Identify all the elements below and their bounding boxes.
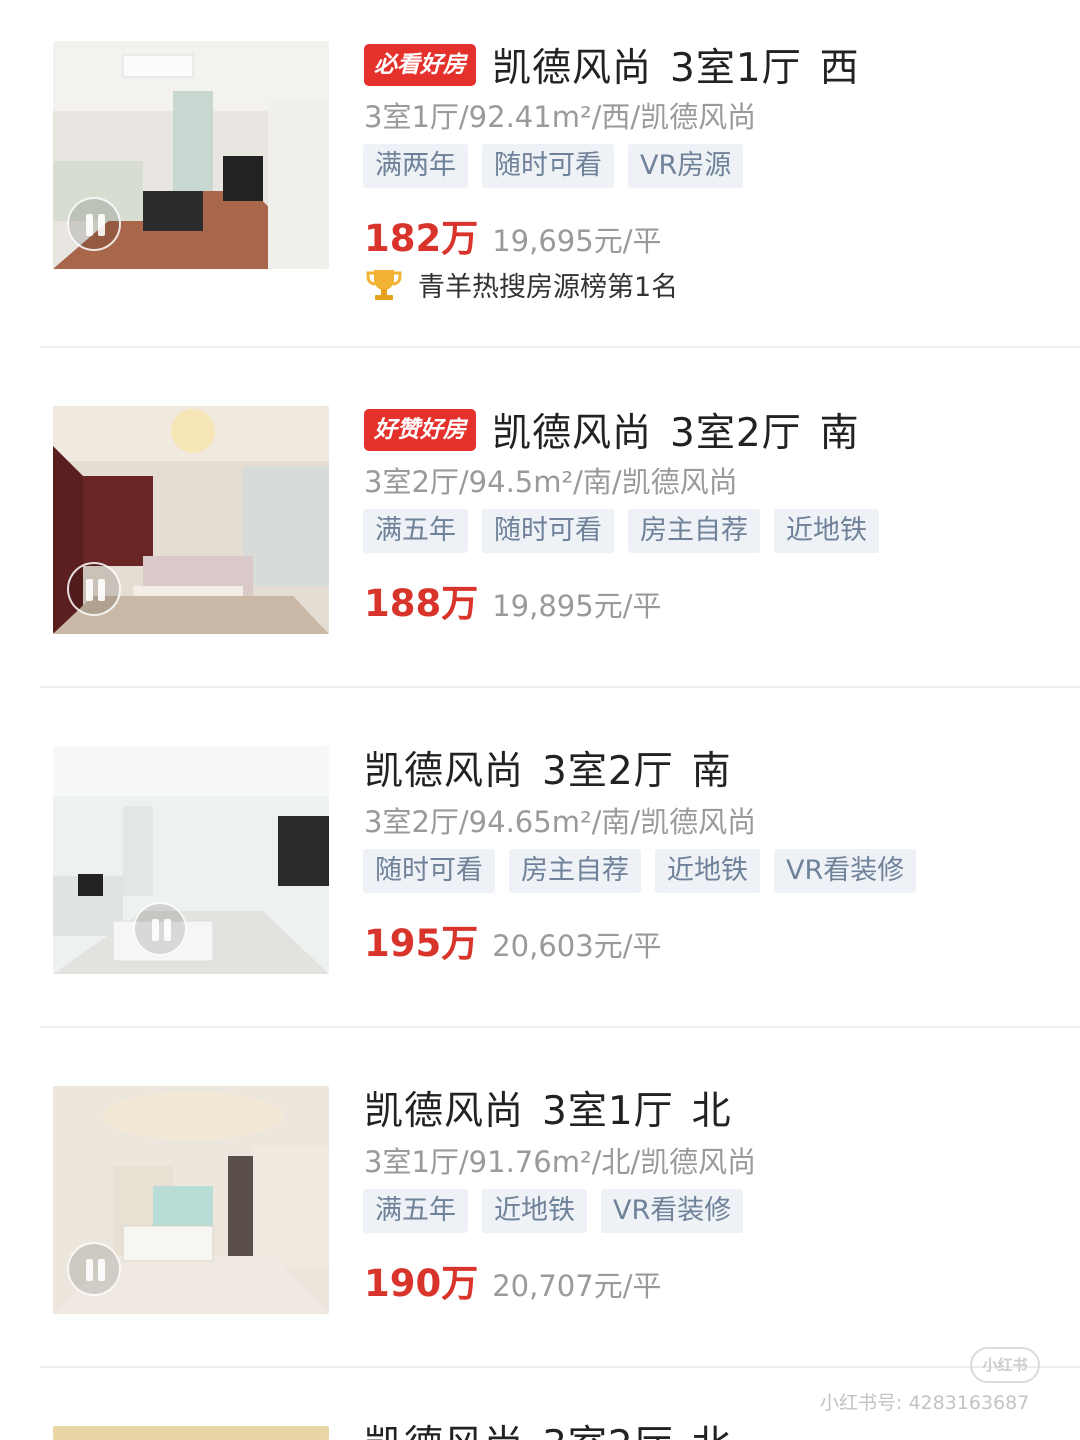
listing-title[interactable]: 凯德风尚 3室2厅南 xyxy=(492,402,878,458)
watermark-id: 小红书号: 4283163687 xyxy=(820,1392,1030,1414)
tag: 近地铁 xyxy=(774,509,879,553)
tag: 近地铁 xyxy=(482,1189,587,1233)
listing-photo[interactable] xyxy=(53,746,329,974)
trophy-icon xyxy=(366,270,402,300)
total-price: 195万 xyxy=(364,922,479,965)
listing-specs: 3室1厅/92.41m²/西/凯德风尚 xyxy=(364,100,757,134)
tag: VR房源 xyxy=(628,144,744,188)
ranking-row[interactable]: 青羊热搜房源榜第1名 xyxy=(364,264,678,304)
pause-icon[interactable] xyxy=(67,1242,121,1296)
listing-photo[interactable] xyxy=(53,1086,329,1314)
room-photo-image xyxy=(53,1426,329,1440)
listing-specs: 3室2厅/94.65m²/南/凯德风尚 xyxy=(364,805,757,839)
listing-title[interactable]: 凯德风尚 3室2厅南 xyxy=(364,740,750,796)
unit-price: 19,895元/平 xyxy=(492,589,662,623)
tag: 近地铁 xyxy=(655,849,760,893)
total-price: 188万 xyxy=(364,582,479,625)
unit-price: 20,603元/平 xyxy=(492,929,662,963)
listing-specs: 3室1厅/91.76m²/北/凯德风尚 xyxy=(364,1145,757,1179)
total-price: 190万 xyxy=(364,1262,479,1305)
listing-title[interactable]: 凯德风尚 3室1厅北 xyxy=(364,1080,750,1136)
listing-photo[interactable] xyxy=(53,406,329,634)
featured-badge: 好赞好房 xyxy=(364,409,476,451)
tag: 随时可看 xyxy=(363,849,495,893)
tag: 随时可看 xyxy=(482,144,614,188)
tag-list: 满两年 随时可看 VR房源 xyxy=(363,144,744,188)
listing-title[interactable]: 凯德风尚 3室1厅西 xyxy=(492,37,878,93)
tag: 满两年 xyxy=(363,144,468,188)
tag: VR看装修 xyxy=(601,1189,744,1233)
watermark-logo: 小红书 xyxy=(970,1347,1040,1383)
listing-photo[interactable] xyxy=(53,1426,329,1440)
tag: 随时可看 xyxy=(482,509,614,553)
ranking-text: 青羊热搜房源榜第1名 xyxy=(418,271,679,303)
listing-title[interactable]: 凯德风尚3室2厅北 xyxy=(364,1414,750,1440)
pause-icon[interactable] xyxy=(67,562,121,616)
unit-price: 20,707元/平 xyxy=(492,1269,662,1303)
tag: 满五年 xyxy=(363,1189,468,1233)
listing-card[interactable]: 凯德风尚 3室2厅南 3室2厅/94.65m²/南/凯德风尚 随时可看 房主自荐 … xyxy=(0,688,1080,1028)
tag: 房主自荐 xyxy=(628,509,760,553)
tag: 满五年 xyxy=(363,509,468,553)
tag-list: 随时可看 房主自荐 近地铁 VR看装修 xyxy=(363,849,917,893)
listing-photo[interactable] xyxy=(53,41,329,269)
listing-card[interactable]: 好赞好房 凯德风尚 3室2厅南 3室2厅/94.5m²/南/凯德风尚 满五年 随时… xyxy=(0,348,1080,688)
listing-card[interactable]: 凯德风尚 3室1厅北 3室1厅/91.76m²/北/凯德风尚 满五年 近地铁 VR… xyxy=(0,1028,1080,1368)
pause-icon[interactable] xyxy=(67,197,121,251)
tag-list: 满五年 随时可看 房主自荐 近地铁 xyxy=(363,509,879,553)
featured-badge: 必看好房 xyxy=(364,44,476,86)
unit-price: 19,695元/平 xyxy=(492,224,662,258)
tag: 房主自荐 xyxy=(509,849,641,893)
total-price: 182万 xyxy=(364,217,479,260)
pause-icon[interactable] xyxy=(133,902,187,956)
listing-specs: 3室2厅/94.5m²/南/凯德风尚 xyxy=(364,465,738,499)
tag: VR看装修 xyxy=(774,849,917,893)
room-photo-image xyxy=(53,746,329,974)
listing-card[interactable]: 必看好房 凯德风尚 3室1厅西 3室1厅/92.41m²/西/凯德风尚 满两年 随… xyxy=(0,0,1080,340)
tag-list: 满五年 近地铁 VR看装修 xyxy=(363,1189,744,1233)
